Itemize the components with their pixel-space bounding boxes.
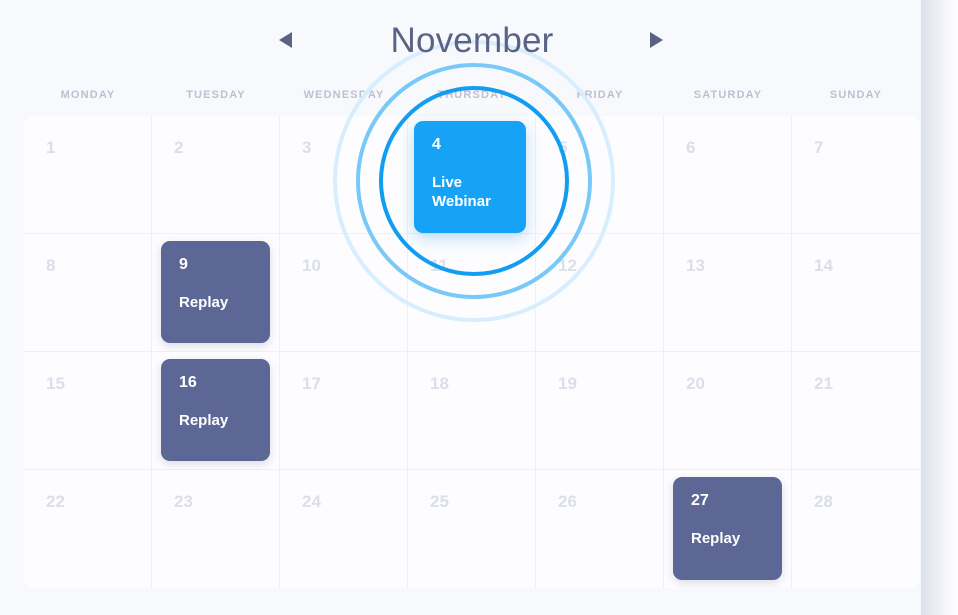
next-month-button[interactable] bbox=[642, 26, 670, 54]
day-number: 23 bbox=[174, 492, 193, 511]
calendar-cell[interactable]: 26 bbox=[536, 470, 664, 588]
calendar-cell[interactable]: 2727 Replay bbox=[664, 470, 792, 588]
calendar-cell[interactable]: 1616 Replay bbox=[152, 352, 280, 470]
day-number: 24 bbox=[302, 492, 321, 511]
weekday-label-0: MONDAY bbox=[60, 89, 116, 101]
day-number: 5 bbox=[558, 138, 568, 157]
weekday-label-1: TUESDAY bbox=[186, 89, 246, 101]
calendar-cell[interactable]: 22 bbox=[24, 470, 152, 588]
calendar-cell[interactable]: 18 bbox=[408, 352, 536, 470]
calendar-cell[interactable]: 25 bbox=[408, 470, 536, 588]
event-day-number: 16 bbox=[179, 374, 197, 391]
calendar-cell[interactable]: 3 bbox=[280, 116, 408, 234]
calendar-cell[interactable]: 5 bbox=[536, 116, 664, 234]
calendar-cell[interactable]: 14 bbox=[792, 234, 920, 352]
calendar-cell[interactable]: 1 bbox=[24, 116, 152, 234]
day-number: 19 bbox=[558, 374, 577, 393]
triangle-right-icon bbox=[648, 31, 664, 49]
weekday-label-5: SATURDAY bbox=[693, 89, 763, 101]
calendar-cell[interactable]: 28 bbox=[792, 470, 920, 588]
day-number: 15 bbox=[46, 374, 65, 393]
calendar-cell[interactable]: 23 bbox=[152, 470, 280, 588]
day-number: 13 bbox=[686, 256, 705, 275]
calendar-cell[interactable]: 20 bbox=[664, 352, 792, 470]
prev-month-button[interactable] bbox=[272, 26, 300, 54]
day-number: 22 bbox=[46, 492, 65, 511]
event-day-number: 4 bbox=[432, 136, 441, 153]
event-day-number: 9 bbox=[179, 256, 188, 273]
event-card-replay[interactable]: 9 Replay bbox=[161, 241, 270, 343]
day-number: 2 bbox=[174, 138, 184, 157]
weekday-label-2: WEDNESDAY bbox=[303, 89, 385, 101]
day-number: 25 bbox=[430, 492, 449, 511]
event-card-live[interactable]: 4 Live Webinar bbox=[414, 121, 526, 233]
day-number: 28 bbox=[814, 492, 833, 511]
calendar-cell[interactable]: 12 bbox=[536, 234, 664, 352]
day-number: 26 bbox=[558, 492, 577, 511]
day-number: 18 bbox=[430, 374, 449, 393]
weekday-header-row: MONDAY TUESDAY WEDNESDAY THURSDAY FRIDAY SATU… bbox=[24, 80, 920, 110]
triangle-left-icon bbox=[278, 31, 294, 49]
calendar-header: November bbox=[24, 12, 920, 68]
calendar-cell[interactable]: 6 bbox=[664, 116, 792, 234]
calendar-cell[interactable]: 10 bbox=[280, 234, 408, 352]
day-number: 12 bbox=[558, 256, 577, 275]
calendar-cell[interactable]: 2 bbox=[152, 116, 280, 234]
event-day-number: 27 bbox=[691, 492, 709, 509]
calendar-cell[interactable]: 19 bbox=[536, 352, 664, 470]
day-number: 17 bbox=[302, 374, 321, 393]
day-number: 11 bbox=[430, 256, 448, 275]
event-label: Replay bbox=[179, 412, 229, 429]
calendar-cell[interactable]: 24 bbox=[280, 470, 408, 588]
weekday-label-6: SUNDAY bbox=[829, 89, 883, 101]
weekday-label-3: THURSDAY bbox=[437, 89, 507, 101]
day-number: 14 bbox=[814, 256, 833, 275]
day-number: 10 bbox=[302, 256, 321, 275]
day-number: 7 bbox=[814, 138, 824, 157]
calendar-cell[interactable]: 11 bbox=[408, 234, 536, 352]
calendar-cell[interactable]: 17 bbox=[280, 352, 408, 470]
calendar-cell[interactable]: 15 bbox=[24, 352, 152, 470]
calendar-cell[interactable]: 99 Replay bbox=[152, 234, 280, 352]
day-number: 1 bbox=[46, 138, 56, 157]
day-number: 20 bbox=[686, 374, 705, 393]
day-number: 3 bbox=[302, 138, 312, 157]
weekday-label-4: FRIDAY bbox=[576, 89, 624, 101]
day-number: 6 bbox=[686, 138, 696, 157]
calendar-cell[interactable]: 7 bbox=[792, 116, 920, 234]
calendar-cell[interactable]: 21 bbox=[792, 352, 920, 470]
highlighted-live-event[interactable]: 4 Live Webinar bbox=[414, 121, 526, 233]
page-edge-shadow bbox=[921, 0, 958, 615]
event-label: Replay bbox=[179, 294, 229, 311]
page-title: November bbox=[390, 20, 554, 60]
calendar-cell[interactable]: 8 bbox=[24, 234, 152, 352]
event-card-replay[interactable]: 16 Replay bbox=[161, 359, 270, 461]
calendar-screen: November MONDAY TUESDAY WEDNESDAY THURSDAY F… bbox=[0, 0, 958, 615]
event-label: Live Webinar bbox=[432, 174, 491, 211]
day-number: 21 bbox=[814, 374, 833, 393]
event-label: Replay bbox=[691, 530, 741, 547]
day-number: 8 bbox=[46, 256, 56, 275]
calendar-cell[interactable]: 13 bbox=[664, 234, 792, 352]
event-card-replay[interactable]: 27 Replay bbox=[673, 477, 782, 580]
